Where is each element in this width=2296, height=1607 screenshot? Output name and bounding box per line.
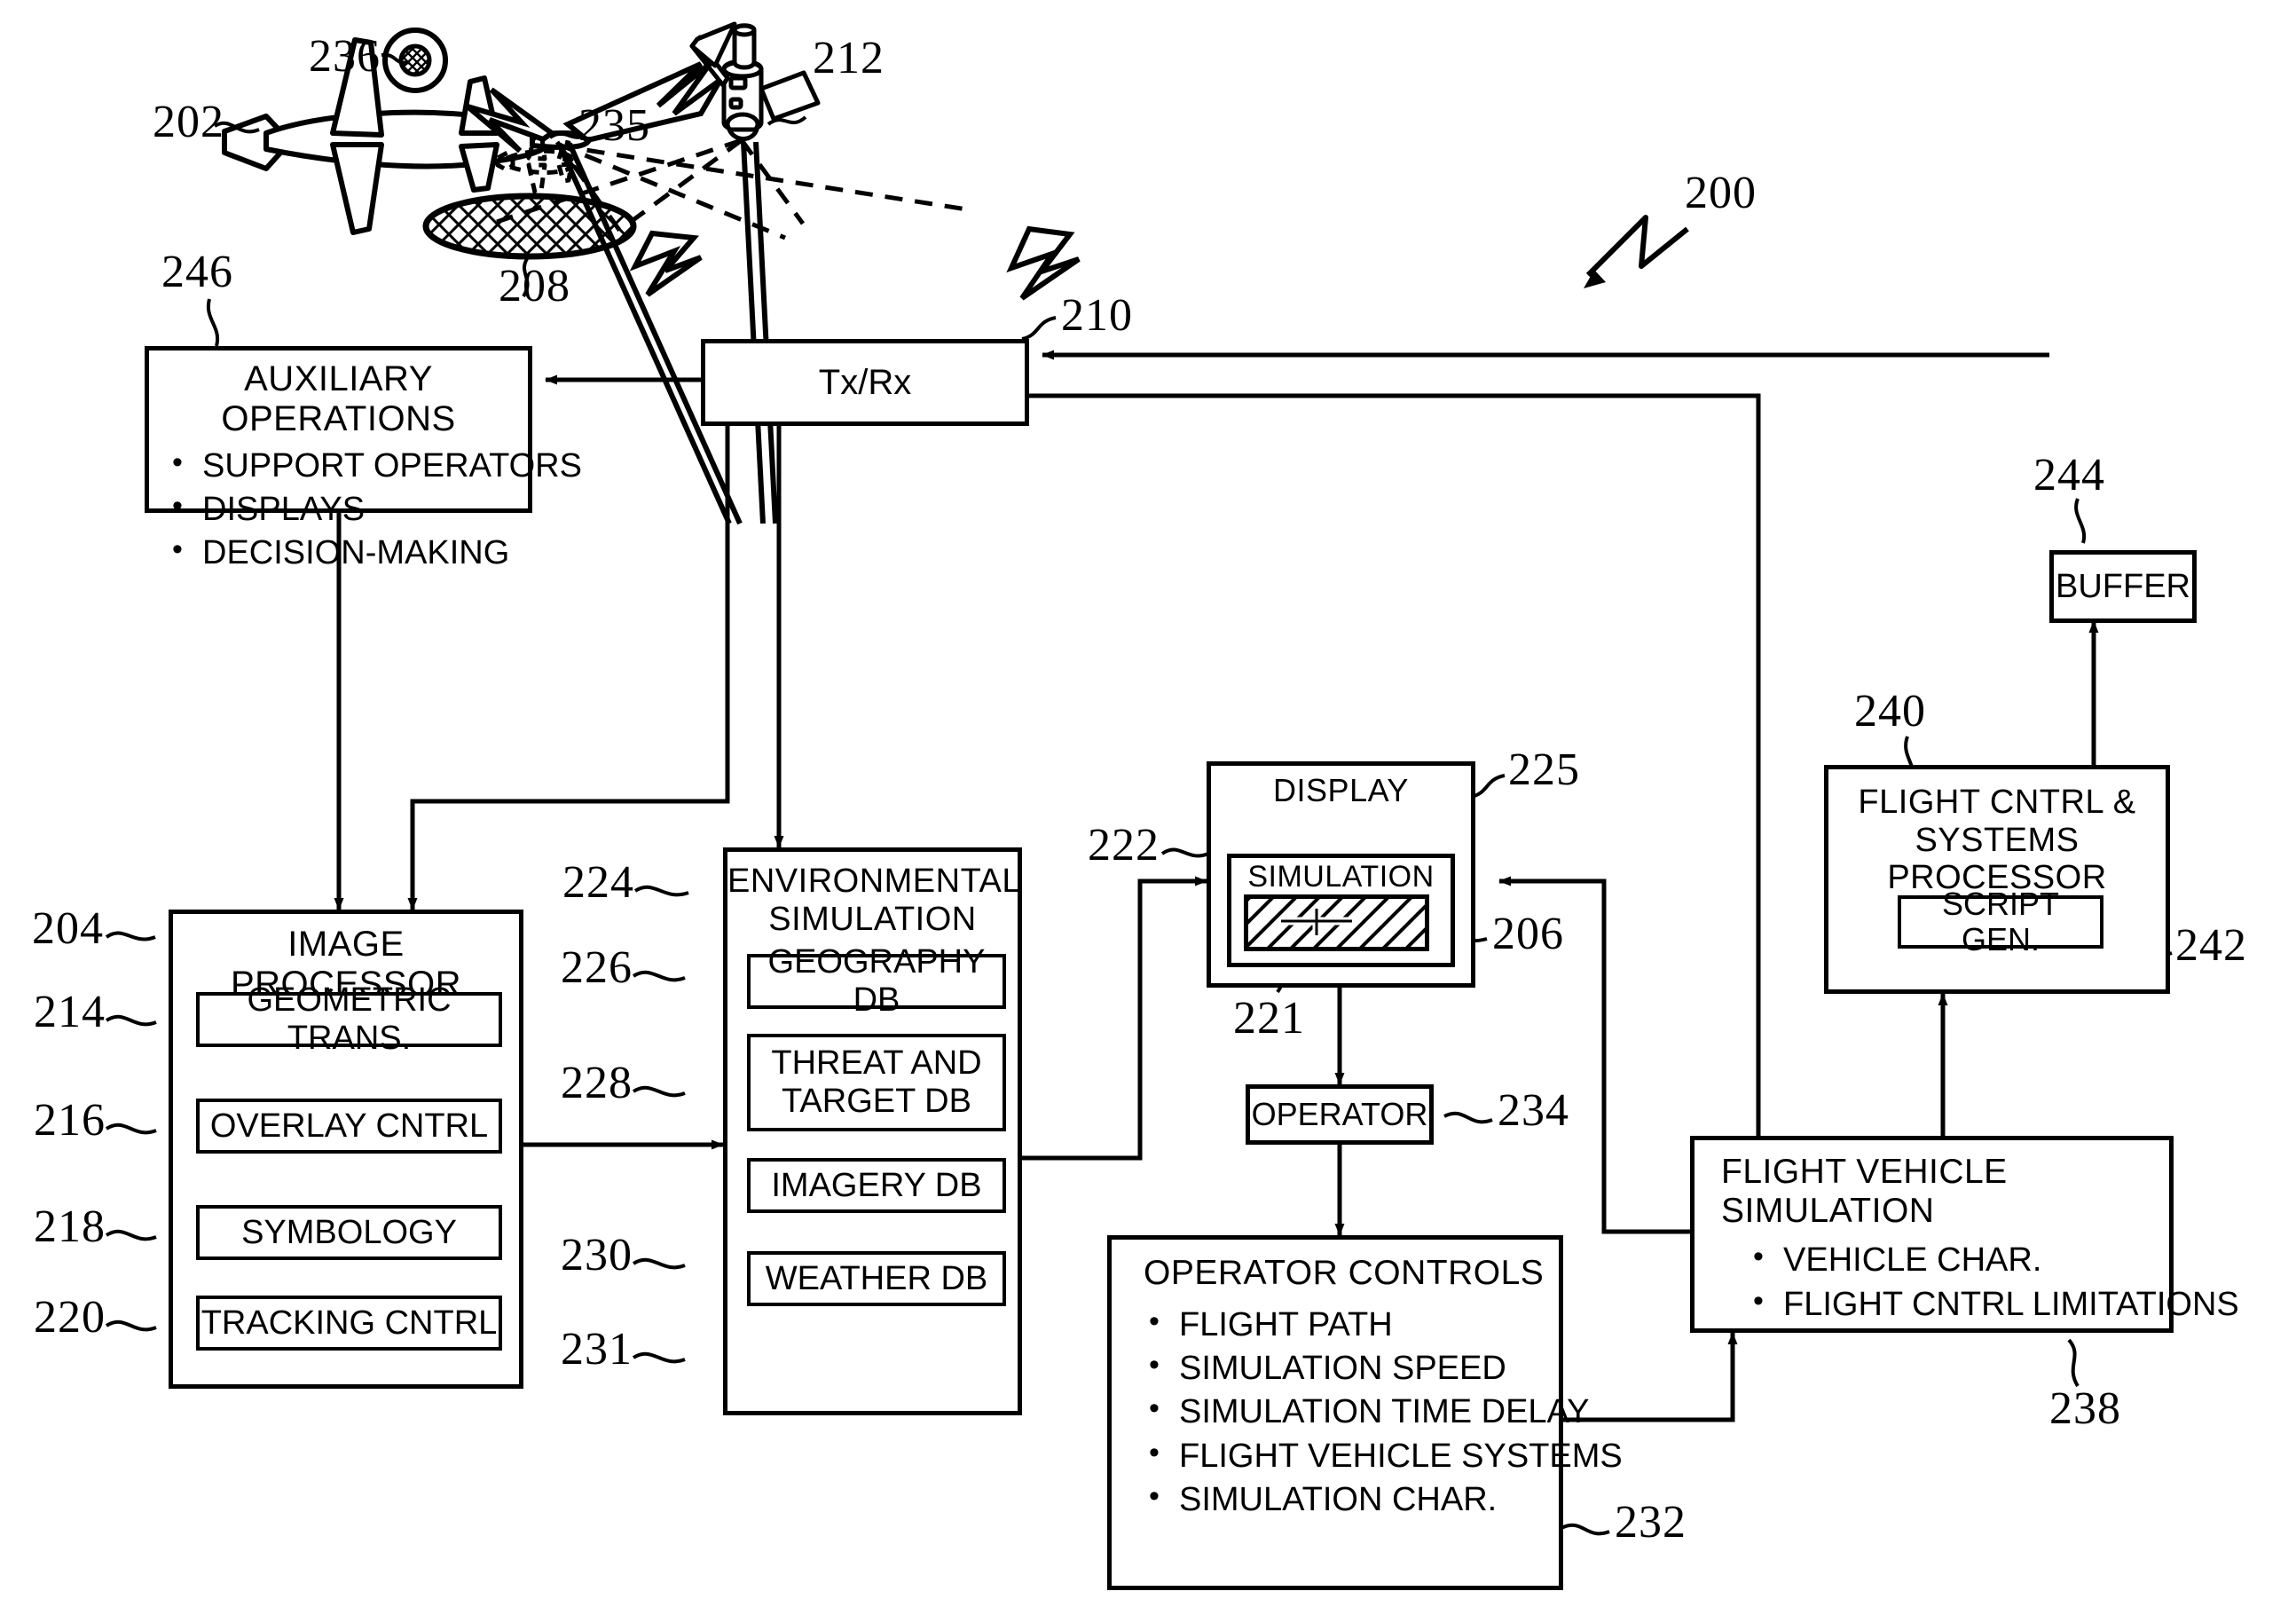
module-label: GEOMETRIC TRANS. — [247, 981, 452, 1057]
ref-240: 240 — [1854, 686, 1926, 737]
flight-vehicle-simulation-box[interactable]: FLIGHT VEHICLE SIMULATION VEHICLE CHAR. … — [1690, 1136, 2239, 1333]
ref-246: 246 — [161, 247, 233, 297]
auxiliary-operations-box[interactable]: AUXILIARY OPERATIONS SUPPORT OPERATORS D… — [145, 346, 582, 571]
target-crosshair-icon — [1281, 909, 1352, 935]
module-symbology[interactable]: SYMBOLOGY — [196, 1205, 502, 1260]
ref-208: 208 — [499, 261, 570, 311]
db-label: IMAGERY DB — [771, 1166, 982, 1204]
ref-220: 220 — [34, 1292, 106, 1343]
flight-control-systems-processor-box[interactable]: FLIGHT CNTRL & SYSTEMS PROCESSOR SCRIPT … — [1824, 765, 2170, 994]
connector-envsim-to-display — [1022, 876, 1207, 1161]
auxops-item: SUPPORT OPERATORS — [165, 443, 582, 488]
ref-212: 212 — [813, 33, 885, 83]
ref-244: 244 — [2033, 450, 2105, 500]
auxiliary-operations-title: AUXILIARY OPERATIONS — [221, 359, 456, 438]
ref-221: 221 — [1233, 993, 1305, 1044]
ref-231: 231 — [561, 1324, 633, 1375]
ref-232: 232 — [1615, 1497, 1687, 1548]
db-label: GEOGRAPHY DB — [767, 943, 986, 1019]
db-label: WEATHER DB — [765, 1259, 988, 1297]
db-threat-and-target[interactable]: THREAT AND TARGET DB — [747, 1034, 1006, 1131]
operator-control-item: SIMULATION TIME DELAY — [1142, 1389, 1589, 1434]
ref-202: 202 — [153, 97, 224, 147]
operator-control-item: SIMULATION CHAR. — [1142, 1477, 1559, 1522]
module-tracking-cntrl[interactable]: TRACKING CNTRL — [196, 1296, 502, 1351]
db-weather[interactable]: WEATHER DB — [747, 1251, 1006, 1306]
module-label: OVERLAY CNTRL — [209, 1107, 489, 1145]
script-gen-label: SCRIPT GEN. — [1941, 885, 2059, 957]
operator-control-item: FLIGHT VEHICLE SYSTEMS — [1142, 1433, 1623, 1478]
system-reference-arrow — [1584, 215, 1689, 288]
flight-control-processor-title: FLIGHT CNTRL & SYSTEMS PROCESSOR — [1858, 784, 2136, 897]
flight-vehicle-sim-item: FLIGHT CNTRL LIMITATIONS — [1746, 1281, 2239, 1327]
ref-228: 228 — [561, 1058, 633, 1108]
flight-vehicle-sim-item: VEHICLE CHAR. — [1746, 1237, 2169, 1282]
display-title: DISPLAY — [1273, 772, 1409, 808]
operator-box[interactable]: OPERATOR — [1246, 1084, 1434, 1145]
ref-238: 238 — [2049, 1383, 2121, 1434]
module-overlay-cntrl[interactable]: OVERLAY CNTRL — [196, 1099, 502, 1154]
environmental-simulation-title: ENVIRONMENTAL SIMULATION — [727, 863, 1021, 938]
txrx-label: Tx/Rx — [818, 362, 912, 402]
environmental-simulation-box[interactable]: ENVIRONMENTAL SIMULATION GEOGRAPHY DB TH… — [723, 847, 1022, 1415]
patent-figure-canvas: 202 236 212 235 208 200 246 210 204 214 … — [0, 0, 2296, 1607]
auxops-item: DISPLAYS — [165, 486, 528, 532]
sensor-icon — [382, 28, 448, 93]
module-label: SYMBOLOGY — [241, 1213, 457, 1251]
ref-200: 200 — [1685, 168, 1757, 218]
image-processor-box[interactable]: IMAGE PROCESSOR GEOMETRIC TRANS. OVERLAY… — [169, 910, 523, 1389]
ref-216: 216 — [34, 1095, 106, 1146]
ref-218: 218 — [34, 1201, 106, 1252]
module-geometric-trans[interactable]: GEOMETRIC TRANS. — [196, 981, 502, 1057]
ref-214: 214 — [34, 987, 106, 1037]
db-label: THREAT AND TARGET DB — [771, 1044, 982, 1120]
db-geography[interactable]: GEOGRAPHY DB — [747, 943, 1006, 1019]
operator-controls-title: OPERATOR CONTROLS — [1144, 1254, 1545, 1292]
ref-235: 235 — [578, 100, 650, 151]
ref-225: 225 — [1508, 744, 1580, 795]
ref-234: 234 — [1498, 1085, 1569, 1136]
buffer-box[interactable]: BUFFER — [2049, 550, 2197, 623]
rf-link-bolt-lower-right — [1006, 225, 1081, 301]
db-imagery[interactable]: IMAGERY DB — [747, 1158, 1006, 1213]
ref-204: 204 — [32, 903, 104, 954]
flight-vehicle-simulation-title: FLIGHT VEHICLE SIMULATION — [1721, 1153, 2008, 1230]
operator-controls-box[interactable]: OPERATOR CONTROLS FLIGHT PATH SIMULATION… — [1107, 1235, 1623, 1590]
ref-222: 222 — [1088, 820, 1160, 870]
ref-236: 236 — [309, 31, 381, 82]
auxops-item: DECISION-MAKING — [165, 530, 528, 575]
ref-226: 226 — [561, 942, 633, 993]
ref-230: 230 — [561, 1230, 633, 1280]
ref-242: 242 — [2175, 920, 2247, 971]
buffer-label: BUFFER — [2056, 567, 2190, 605]
operator-control-item: SIMULATION SPEED — [1142, 1345, 1559, 1390]
operator-label: OPERATOR — [1251, 1096, 1428, 1132]
txrx-box[interactable]: Tx/Rx — [701, 339, 1029, 426]
simulation-title: SIMULATION — [1247, 860, 1435, 894]
operator-control-item: FLIGHT PATH — [1142, 1302, 1559, 1347]
ref-206: 206 — [1492, 909, 1564, 959]
rf-link-bolt-lower-left — [629, 230, 703, 297]
ref-224: 224 — [562, 857, 634, 908]
script-gen-box[interactable]: SCRIPT GEN. — [1898, 886, 2103, 957]
ref-210: 210 — [1061, 290, 1133, 341]
module-label: TRACKING CNTRL — [201, 1304, 498, 1342]
